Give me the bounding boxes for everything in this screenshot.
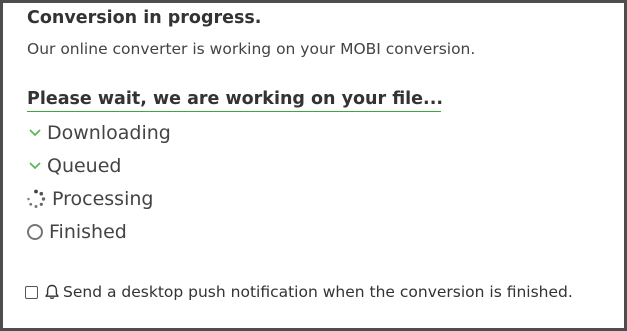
conversion-status-panel: Conversion in progress. Our online conve… bbox=[0, 0, 627, 331]
progress-section-title: Please wait, we are working on your file… bbox=[27, 89, 443, 112]
page-title: Conversion in progress. bbox=[27, 8, 262, 28]
push-notification-label[interactable]: Send a desktop push notification when th… bbox=[63, 283, 573, 301]
step-processing: Processing bbox=[25, 187, 153, 211]
empty-circle-icon bbox=[25, 222, 45, 242]
spinner-icon bbox=[25, 189, 47, 209]
push-notification-option[interactable]: Send a desktop push notification when th… bbox=[25, 283, 573, 301]
chevron-down-icon bbox=[25, 123, 45, 143]
step-label: Processing bbox=[52, 188, 154, 210]
step-finished: Finished bbox=[25, 220, 127, 244]
step-label: Downloading bbox=[47, 122, 171, 144]
step-downloading: Downloading bbox=[25, 121, 171, 145]
step-label: Finished bbox=[49, 221, 127, 243]
bell-icon bbox=[43, 283, 61, 301]
step-label: Queued bbox=[47, 155, 122, 177]
chevron-down-icon bbox=[25, 156, 45, 176]
status-description: Our online converter is working on your … bbox=[27, 40, 476, 58]
push-notification-checkbox[interactable] bbox=[25, 285, 38, 299]
step-queued: Queued bbox=[25, 154, 121, 178]
